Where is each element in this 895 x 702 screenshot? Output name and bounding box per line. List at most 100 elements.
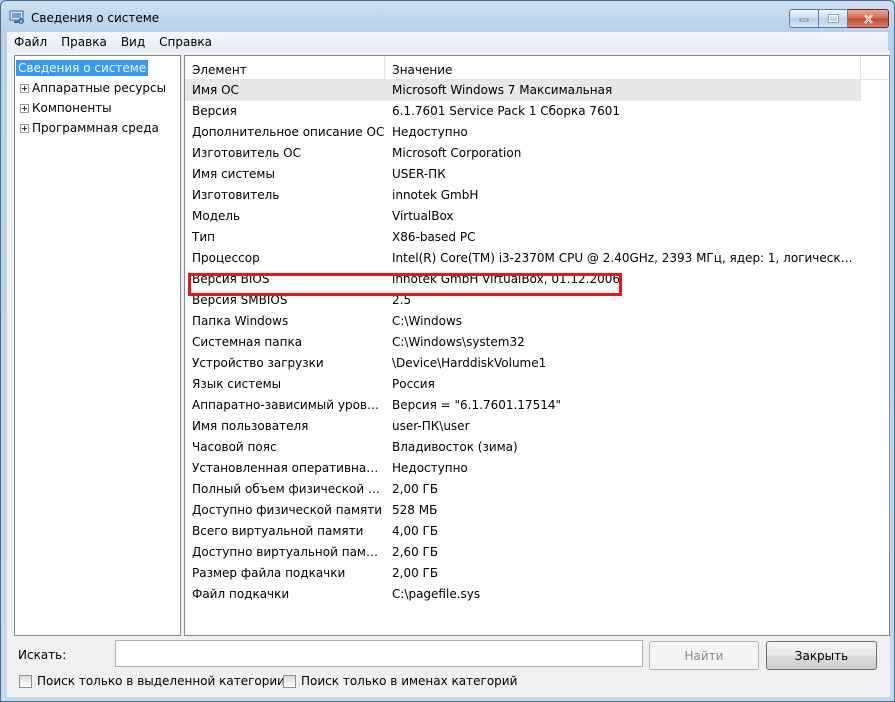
tree-item-components[interactable]: Компоненты: [16, 99, 112, 117]
item-name-cell: Папка Windows: [192, 314, 289, 328]
table-row[interactable]: Тип X86-based PC: [185, 227, 889, 248]
tree-item-label: Компоненты: [32, 101, 112, 115]
item-value-cell: 6.1.7601 Service Pack 1 Сборка 7601: [392, 104, 620, 118]
close-button[interactable]: Закрыть: [766, 641, 877, 670]
search-label: Искать:: [18, 648, 67, 662]
item-value-cell: Microsoft Windows 7 Максимальная: [392, 83, 613, 97]
menu-bar: Файл Правка Вид Справка: [7, 32, 888, 51]
search-selected-category-checkbox[interactable]: [19, 674, 32, 688]
table-row[interactable]: Часовой пояс Владивосток (зима): [185, 437, 889, 458]
item-name-cell: Доступно виртуальной памяти: [192, 545, 385, 559]
close-window-button[interactable]: [848, 9, 889, 28]
table-row[interactable]: Устройство загрузки \Device\HarddiskVolum…: [185, 353, 889, 374]
menu-view[interactable]: Вид: [114, 35, 152, 49]
system-info-window: Сведения о системе Файл Правка Вид Справ…: [0, 0, 895, 702]
item-name-cell: Язык системы: [192, 377, 282, 391]
item-name-cell: Версия: [192, 104, 237, 118]
item-value-cell: C:\Windows\system32: [392, 335, 525, 349]
item-name-cell: Аппаратно-зависимый уровен...: [192, 398, 385, 412]
find-button[interactable]: Найти: [649, 641, 759, 670]
table-row[interactable]: Установленная оперативная п... Недоступно: [185, 458, 889, 479]
plus-expander-icon[interactable]: [20, 103, 29, 113]
title-bar[interactable]: Сведения о системе: [1, 1, 894, 31]
item-value-cell: Недоступно: [392, 461, 468, 475]
item-name-cell: Всего виртуальной памяти: [192, 524, 364, 538]
category-tree[interactable]: Сведения о системе Аппаратные ресурсы Ко…: [14, 55, 181, 636]
table-row[interactable]: Файл подкачки C:\pagefile.sys: [185, 584, 889, 605]
item-value-cell: 2,00 ГБ: [392, 482, 439, 496]
item-name-cell: Часовой пояс: [192, 440, 277, 454]
item-name-cell: Имя системы: [192, 167, 275, 181]
item-value-cell: 528 МБ: [392, 503, 438, 517]
item-name-cell: Файл подкачки: [192, 587, 290, 601]
maximize-button[interactable]: [819, 9, 848, 28]
item-value-cell: \Device\HarddiskVolume1: [392, 356, 547, 370]
item-name-cell: Полный объем физической па...: [192, 482, 385, 496]
tree-item-hardware-resources[interactable]: Аппаратные ресурсы: [16, 79, 166, 97]
item-value-cell: 2,00 ГБ: [392, 566, 439, 580]
client-area: Сведения о системе Аппаратные ресурсы Ко…: [7, 51, 890, 697]
item-name-cell: Изготовитель ОС: [192, 146, 301, 160]
table-row[interactable]: Имя пользователя user-ПК\user: [185, 416, 889, 437]
checkbox-label: Поиск только в именах категорий: [301, 674, 518, 688]
item-value-cell: USER-ПК: [392, 167, 446, 181]
menu-file[interactable]: Файл: [7, 35, 54, 49]
table-row[interactable]: Доступно виртуальной памяти 2,60 ГБ: [185, 542, 889, 563]
item-value-cell: 4,00 ГБ: [392, 524, 439, 538]
item-value-cell: VirtualBox: [392, 209, 454, 223]
list-header: Элемент Значение: [185, 56, 889, 80]
table-row[interactable]: Изготовитель innotek GmbH: [185, 185, 889, 206]
item-value-cell: Intel(R) Core(TM) i3-2370M CPU @ 2.40GHz…: [392, 251, 854, 265]
checkbox-label: Поиск только в выделенной категории: [37, 674, 285, 688]
table-row[interactable]: Модель VirtualBox: [185, 206, 889, 227]
item-value-cell: 2,60 ГБ: [392, 545, 439, 559]
table-row[interactable]: Полный объем физической па... 2,00 ГБ: [185, 479, 889, 500]
item-name-cell: Модель: [192, 209, 241, 223]
item-value-cell: C:\pagefile.sys: [392, 587, 481, 601]
item-value-cell: innotek GmbH: [392, 188, 479, 202]
plus-expander-icon[interactable]: [20, 123, 29, 133]
item-name-cell: Имя пользователя: [192, 419, 309, 433]
item-name-cell: Установленная оперативная п...: [192, 461, 385, 475]
table-row[interactable]: Аппаратно-зависимый уровен... Версия = "6…: [185, 395, 889, 416]
table-row[interactable]: Имя ОС Microsoft Windows 7 Максимальная: [185, 80, 861, 101]
table-row[interactable]: Размер файла подкачки 2,00 ГБ: [185, 563, 889, 584]
table-row[interactable]: Дополнительное описание ОС Недоступно: [185, 122, 889, 143]
table-row[interactable]: Доступно физической памяти 528 МБ: [185, 500, 889, 521]
item-value-cell: Россия: [392, 377, 435, 391]
search-category-names-option[interactable]: Поиск только в именах категорий: [283, 674, 517, 688]
column-header-value[interactable]: Значение: [385, 56, 861, 80]
details-list[interactable]: Элемент Значение Имя ОС Microsoft Windows…: [184, 55, 890, 636]
table-row[interactable]: Папка Windows C:\Windows: [185, 311, 889, 332]
plus-expander-icon[interactable]: [20, 83, 29, 93]
table-row[interactable]: Язык системы Россия: [185, 374, 889, 395]
column-header-item[interactable]: Элемент: [185, 56, 385, 80]
bios-version-highlight: [188, 273, 622, 296]
minimize-button[interactable]: [789, 9, 819, 28]
tree-item-label: Программная среда: [32, 121, 159, 135]
menu-help[interactable]: Справка: [152, 35, 219, 49]
item-name-cell: Тип: [192, 230, 215, 244]
item-value-cell: Владивосток (зима): [392, 440, 518, 454]
item-value-cell: Microsoft Corporation: [392, 146, 522, 160]
table-row[interactable]: Изготовитель ОС Microsoft Corporation: [185, 143, 889, 164]
table-row[interactable]: Всего виртуальной памяти 4,00 ГБ: [185, 521, 889, 542]
menu-edit[interactable]: Правка: [54, 35, 114, 49]
table-row[interactable]: Процессор Intel(R) Core(TM) i3-2370M CPU …: [185, 248, 889, 269]
table-row[interactable]: Системная папка C:\Windows\system32: [185, 332, 889, 353]
system-info-icon: [9, 10, 24, 24]
search-category-names-checkbox[interactable]: [283, 674, 296, 688]
item-name-cell: Изготовитель: [192, 188, 280, 202]
item-value-cell: C:\Windows: [392, 314, 463, 328]
search-input[interactable]: [115, 640, 643, 667]
tree-item-system-summary[interactable]: Сведения о системе: [16, 59, 149, 77]
tree-item-label: Аппаратные ресурсы: [32, 81, 167, 95]
search-selected-category-option[interactable]: Поиск только в выделенной категории: [19, 674, 285, 688]
item-name-cell: Дополнительное описание ОС: [192, 125, 385, 139]
item-value-cell: Версия = "6.1.7601.17514": [392, 398, 561, 412]
tree-item-software-environment[interactable]: Программная среда: [16, 119, 159, 137]
item-name-cell: Размер файла подкачки: [192, 566, 346, 580]
item-value-cell: Недоступно: [392, 125, 468, 139]
table-row[interactable]: Имя системы USER-ПК: [185, 164, 889, 185]
table-row[interactable]: Версия 6.1.7601 Service Pack 1 Сборка 760…: [185, 101, 889, 122]
